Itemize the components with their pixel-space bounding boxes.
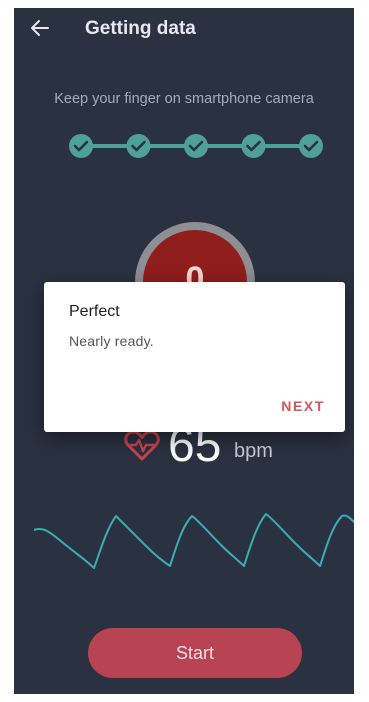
app-screen: Getting data Keep your finger on smartph… <box>14 8 354 694</box>
next-button[interactable]: NEXT <box>281 398 325 414</box>
status-dialog: Perfect Nearly ready. NEXT <box>44 282 345 432</box>
dialog-message: Nearly ready. <box>69 333 154 349</box>
dialog-title: Perfect <box>69 303 120 320</box>
